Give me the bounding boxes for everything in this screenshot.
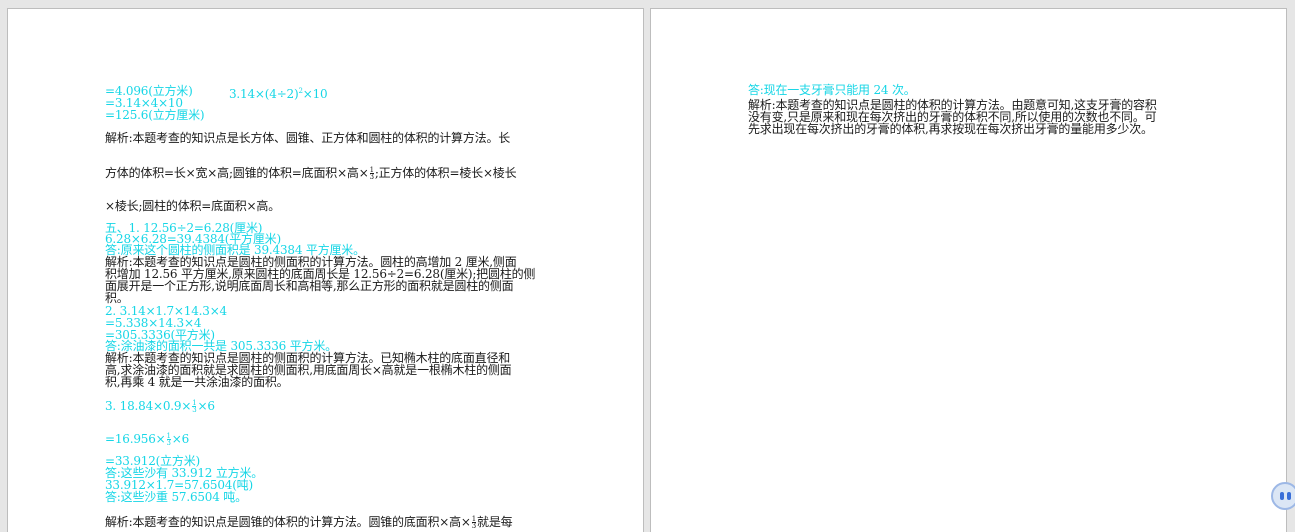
answer-line: 3. 18.84×0.9× 1 3 ×6	[105, 399, 215, 414]
answer-line: 3.14×(4÷2)2×10	[229, 87, 328, 101]
explanation-line: 面展开是一个正方形,说明底面周长和高相等,那么正方形的面积就是圆柱的侧面	[105, 279, 514, 293]
answer-line: 答:现在一支牙膏只能用 24 次。	[748, 83, 916, 97]
answer-line: =125.6(立方厘米)	[105, 108, 205, 122]
document-page-1: =4.096(立方米) 3.14×(4÷2)2×10 =3.14×4×10 =1…	[7, 8, 644, 532]
bot-eye-left	[1280, 492, 1284, 500]
explanation-line: 方体的体积=长×宽×高;圆锥的体积=底面积×高× 1 3 ;正方体的体积=棱长×棱长	[105, 166, 517, 181]
answer-line: =16.956× 1 3 ×6	[105, 432, 190, 447]
explanation-line: 解析:本题考查的知识点是圆锥的体积的计算方法。圆锥的底面积×高× 1 3 就是每	[105, 515, 513, 530]
explanation-line: 先求出现在每次挤出的牙膏的体积,再求按现在每次挤出牙膏的量能用多少次。	[748, 122, 1153, 136]
assistant-bot-icon[interactable]	[1271, 482, 1295, 510]
explanation-line: 积。	[105, 291, 129, 305]
explanation-line: ×棱长;圆柱的体积=底面积×高。	[105, 199, 281, 213]
explanation-line: 解析:本题考查的知识点是长方体、圆锥、正方体和圆柱的体积的计算方法。长	[105, 131, 511, 145]
bot-eye-right	[1287, 492, 1291, 500]
explanation-line: 积,再乘 4 就是一共涂油漆的面积。	[105, 375, 289, 389]
document-page-2: 答:现在一支牙膏只能用 24 次。 解析:本题考查的知识点是圆柱的体积的计算方法…	[650, 8, 1287, 532]
answer-line: 答:这些沙重 57.6504 吨。	[105, 490, 247, 504]
